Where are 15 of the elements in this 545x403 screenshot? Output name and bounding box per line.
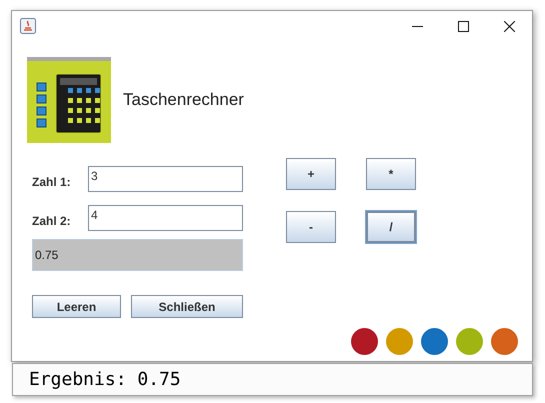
calculator-logo-icon	[27, 57, 111, 143]
operator-button[interactable]: *	[366, 158, 416, 190]
number-field[interactable]: 4	[88, 205, 243, 231]
operator-button[interactable]: /	[366, 211, 416, 243]
number-field[interactable]: 3	[88, 166, 243, 192]
java-cup-icon	[20, 18, 36, 34]
field-label: Zahl 1:	[32, 174, 72, 191]
field-label: Zahl 2:	[32, 213, 72, 230]
action-button[interactable]: Leeren	[32, 295, 121, 318]
operator-button[interactable]: +	[286, 158, 336, 190]
app-title: Taschenrechner	[123, 89, 244, 112]
console-output: Ergebnis: 0.75	[29, 368, 181, 392]
operator-button[interactable]: -	[286, 211, 336, 243]
result-display: 0.75	[32, 239, 243, 271]
action-button[interactable]: Schließen	[131, 295, 243, 318]
